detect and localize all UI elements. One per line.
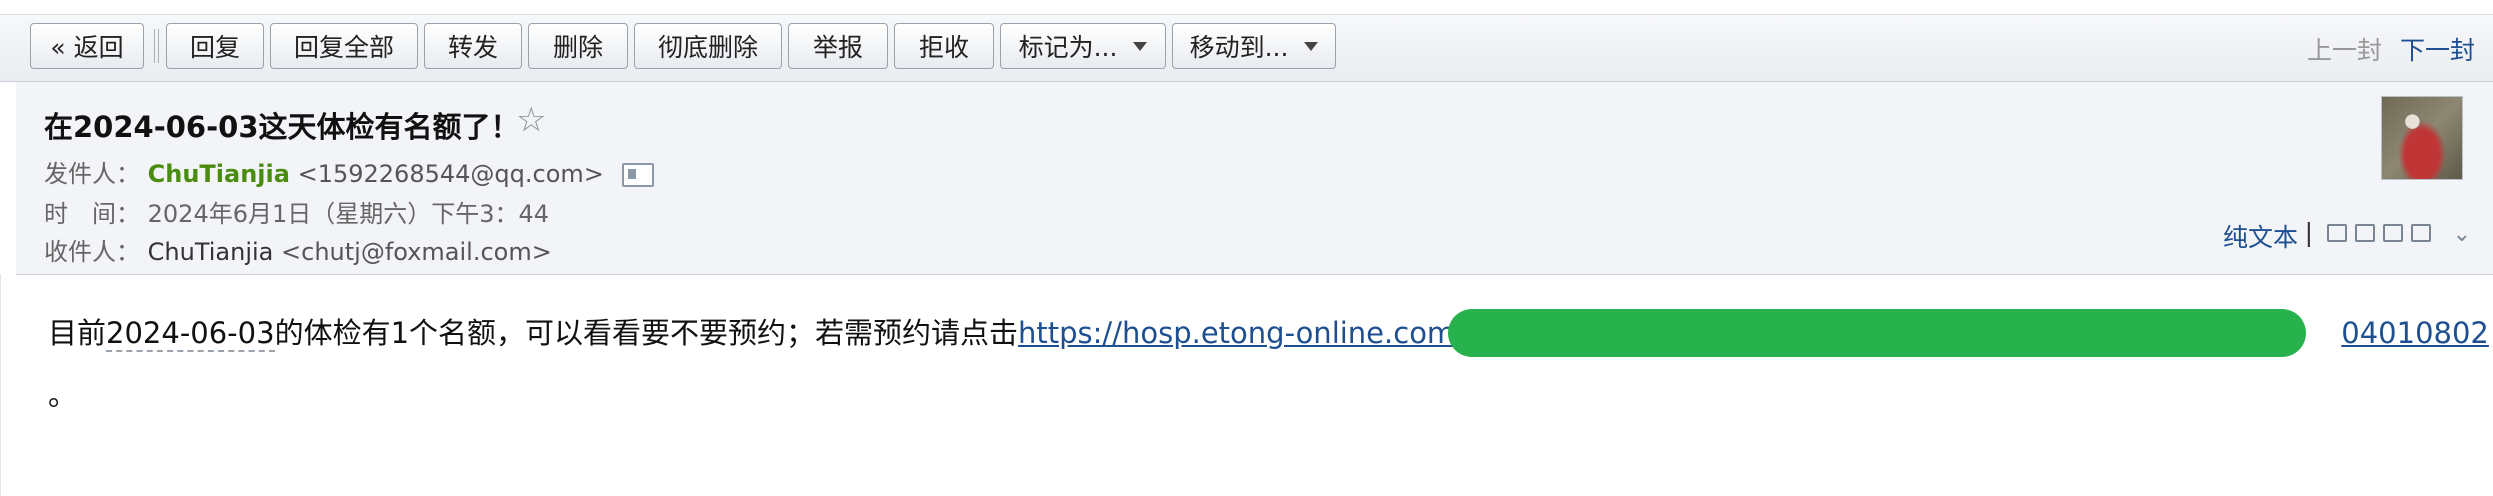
sender-row: 发件人： ChuTianjia <1592268544@qq.com> — [44, 154, 654, 189]
mail-toolbar: « 返回 回复 回复全部 转发 删除 彻底删除 举报 拒收 标记为... 移动到… — [0, 15, 2493, 82]
email-header: 在2024-06-03这天体检有名额了！ ☆ 发件人： ChuTianjia <… — [16, 82, 2493, 275]
delete-forever-button[interactable]: 彻底删除 — [634, 23, 782, 69]
next-message-link[interactable]: 下一封 — [2400, 36, 2475, 65]
body-prefix: 目前 — [48, 316, 107, 350]
reply-all-button[interactable]: 回复全部 — [270, 23, 418, 69]
sender-address: <1592268544@qq.com> — [297, 160, 604, 188]
redaction-mark — [1448, 309, 2306, 357]
back-button[interactable]: « 返回 — [30, 23, 144, 69]
prev-message-link[interactable]: 上一封 — [2307, 36, 2382, 65]
top-strip — [0, 0, 2493, 15]
delete-button[interactable]: 删除 — [528, 23, 628, 69]
booking-link-start: https://hosp.etong-online.com/# — [1018, 316, 1490, 350]
email-subject: 在2024-06-03这天体检有名额了！ — [44, 110, 520, 144]
mark-as-label: 标记为... — [1018, 33, 1118, 62]
body-date[interactable]: 2024-06-03 — [106, 316, 275, 352]
booking-link-end: 04010802 — [2341, 316, 2489, 350]
time-label: 时 间： — [44, 200, 140, 228]
move-to-label: 移动到... — [1189, 33, 1289, 62]
recipient-row: 收件人： ChuTianjia <chutj@foxmail.com> — [44, 232, 552, 267]
sender-avatar[interactable] — [2381, 96, 2463, 180]
download-icon[interactable] — [2383, 224, 2403, 242]
time-row: 时 间： 2024年6月1日（星期六）下午3：44 — [44, 194, 549, 229]
report-button[interactable]: 举报 — [788, 23, 888, 69]
mark-as-dropdown[interactable]: 标记为... — [1000, 23, 1166, 69]
content-border — [0, 274, 1, 496]
recipient-name[interactable]: ChuTianjia — [148, 238, 274, 266]
reply-button[interactable]: 回复 — [166, 23, 264, 69]
star-icon[interactable]: ☆ — [516, 100, 546, 140]
plain-text-link[interactable]: 纯文本 — [2223, 218, 2298, 254]
chevron-down-icon[interactable]: ⌄ — [2453, 222, 2471, 247]
recipient-label: 收件人： — [44, 238, 140, 266]
print-icon[interactable] — [2411, 224, 2431, 242]
move-to-dropdown[interactable]: 移动到... — [1172, 23, 1336, 69]
toolbar-separator — [158, 29, 159, 63]
email-body-tail: 。 — [48, 378, 78, 412]
toolbar-separator — [154, 29, 155, 63]
message-nav: 上一封 下一封 — [2307, 31, 2475, 67]
body-middle: 的体检有1个名额，可以看看要不要预约；若需预约请点击 — [274, 316, 1019, 350]
chevron-down-icon — [1304, 41, 1319, 51]
chevron-down-icon — [1133, 41, 1148, 51]
contact-card-icon[interactable] — [621, 163, 654, 187]
sender-label: 发件人： — [44, 160, 140, 188]
forward-button[interactable]: 转发 — [424, 23, 522, 69]
reject-button[interactable]: 拒收 — [894, 23, 994, 69]
time-value: 2024年6月1日（星期六）下午3：44 — [147, 200, 550, 228]
new-window-icon[interactable] — [2327, 224, 2347, 242]
sender-name[interactable]: ChuTianjia — [148, 160, 290, 188]
recipient-address: <chutj@foxmail.com> — [281, 238, 552, 266]
note-icon[interactable] — [2355, 224, 2375, 242]
toolbar-divider: | — [2304, 218, 2313, 247]
